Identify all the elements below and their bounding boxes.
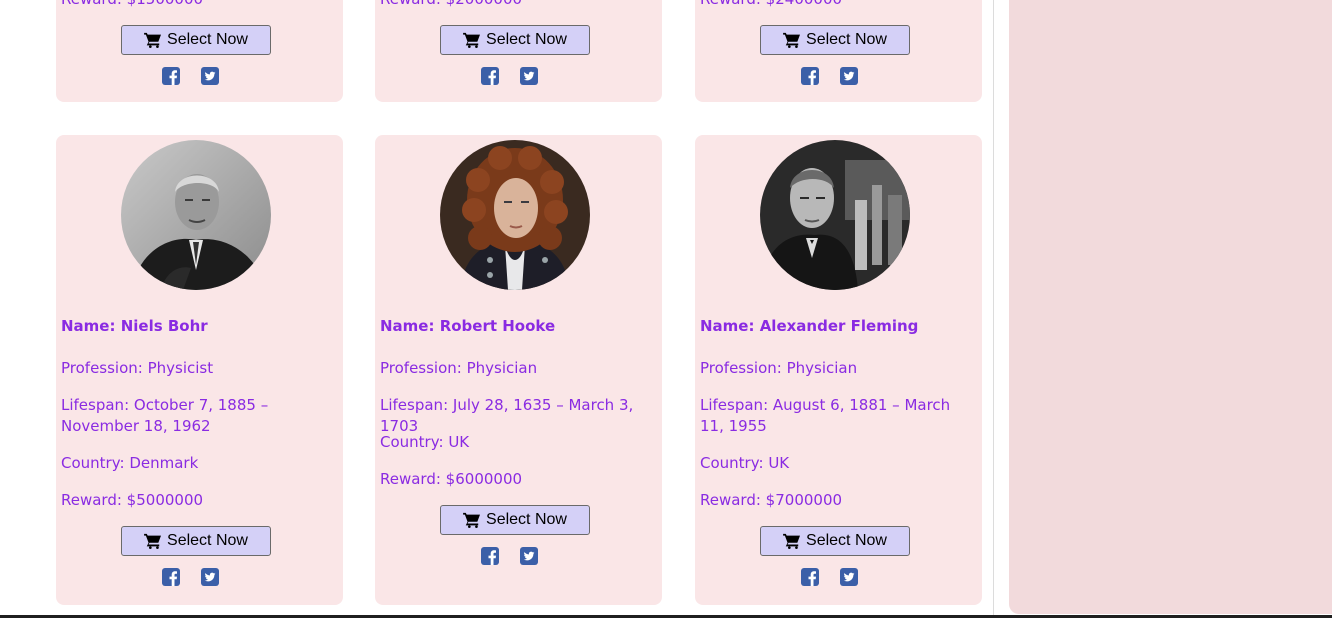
cart-side-panel	[1009, 0, 1332, 614]
scientist-name: Name: Niels Bohr	[61, 317, 208, 335]
scientist-card: Reward: $1500000 Select Now	[56, 0, 343, 102]
twitter-icon[interactable]	[200, 66, 220, 86]
shopping-cart-icon	[783, 32, 801, 48]
scientist-card: Reward: $2400000 Select Now	[695, 0, 982, 102]
scientist-profession: Profession: Physician	[700, 359, 858, 377]
select-now-label: Select Now	[806, 31, 887, 48]
reward-text: Reward: $1500000	[61, 0, 203, 8]
shopping-cart-icon	[144, 533, 162, 549]
twitter-icon[interactable]	[519, 66, 539, 86]
facebook-icon[interactable]	[161, 66, 181, 86]
select-now-label: Select Now	[486, 511, 567, 528]
scientist-profession: Profession: Physician	[380, 359, 538, 377]
reward-text: Reward: $2400000	[700, 0, 842, 8]
scientist-card: Name: Alexander Fleming Profession: Phys…	[695, 135, 982, 605]
column-divider	[993, 0, 994, 618]
select-now-label: Select Now	[167, 31, 248, 48]
facebook-icon[interactable]	[480, 546, 500, 566]
twitter-icon[interactable]	[200, 567, 220, 587]
select-now-button[interactable]: Select Now	[440, 505, 590, 535]
scientist-lifespan: Lifespan: October 7, 1885 – November 18,…	[61, 396, 269, 435]
twitter-icon[interactable]	[839, 66, 859, 86]
shopping-cart-icon	[463, 512, 481, 528]
scientist-country: Country: Denmark	[61, 454, 199, 472]
scientist-profession: Profession: Physicist	[61, 359, 214, 377]
scientist-reward: Reward: $5000000	[61, 491, 204, 509]
select-now-label: Select Now	[806, 532, 887, 549]
shopping-cart-icon	[463, 32, 481, 48]
scientist-card: Name: Niels Bohr Profession: Physicist L…	[56, 135, 343, 605]
facebook-icon[interactable]	[800, 567, 820, 587]
scientist-portrait	[121, 140, 271, 290]
select-now-button[interactable]: Select Now	[760, 526, 910, 556]
twitter-icon[interactable]	[839, 567, 859, 587]
scientist-portrait	[440, 140, 590, 290]
select-now-label: Select Now	[486, 31, 567, 48]
select-now-button[interactable]: Select Now	[121, 526, 271, 556]
scientist-name: Name: Alexander Fleming	[700, 317, 919, 335]
scientist-country: Country: UK	[380, 433, 470, 451]
select-now-button[interactable]: Select Now	[760, 25, 910, 55]
select-now-button[interactable]: Select Now	[440, 25, 590, 55]
select-now-button[interactable]: Select Now	[121, 25, 271, 55]
scientist-portrait	[760, 140, 910, 290]
facebook-icon[interactable]	[161, 567, 181, 587]
scientist-card: Name: Robert Hooke Profession: Physician…	[375, 135, 662, 605]
scientist-lifespan: Lifespan: July 28, 1635 – March 3, 1703	[380, 396, 634, 435]
scientist-country: Country: UK	[700, 454, 790, 472]
shopping-cart-icon	[783, 533, 801, 549]
twitter-icon[interactable]	[519, 546, 539, 566]
scientist-reward: Reward: $6000000	[380, 470, 523, 488]
scientist-card: Reward: $2000000 Select Now	[375, 0, 662, 102]
scientist-reward: Reward: $7000000	[700, 491, 843, 509]
facebook-icon[interactable]	[480, 66, 500, 86]
scientist-name: Name: Robert Hooke	[380, 317, 556, 335]
scientist-lifespan: Lifespan: August 6, 1881 – March 11, 195…	[700, 396, 951, 435]
shopping-cart-icon	[144, 32, 162, 48]
select-now-label: Select Now	[167, 532, 248, 549]
facebook-icon[interactable]	[800, 66, 820, 86]
reward-text: Reward: $2000000	[380, 0, 522, 8]
